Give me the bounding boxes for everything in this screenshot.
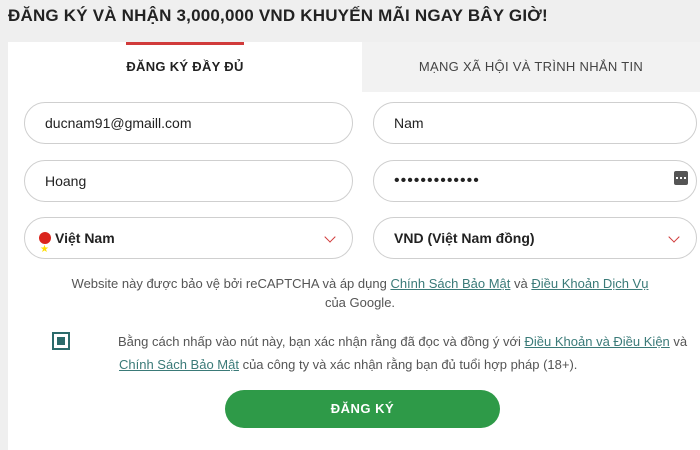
chevron-down-icon	[668, 231, 680, 243]
recaptcha-text-after: của Google.	[324, 295, 396, 310]
email-field[interactable]: ducnam91@gmaill.com	[24, 102, 353, 144]
last-name-value: Hoang	[45, 173, 87, 189]
register-button[interactable]: ĐĂNG KÝ	[225, 390, 500, 428]
consent-text: Bằng cách nhấp vào nút này, bạn xác nhận…	[118, 330, 693, 376]
checkbox-checked-mark	[57, 337, 65, 345]
tab-full-registration[interactable]: ĐĂNG KÝ ĐẦY ĐỦ	[8, 42, 362, 92]
country-value-wrap: Việt Nam	[39, 218, 115, 270]
chevron-down-icon	[324, 231, 336, 243]
tab-bar: ĐĂNG KÝ ĐẦY ĐỦ MẠNG XÃ HỘI VÀ TRÌNH NHẮN…	[8, 42, 700, 92]
vietnam-flag-icon	[39, 230, 51, 270]
currency-value: VND (Việt Nam đồng)	[394, 230, 535, 246]
recaptcha-text-before: Website này được bảo vệ bởi reCAPTCHA và…	[71, 276, 391, 291]
consent-text-before: Bằng cách nhấp vào nút này, bạn xác nhận…	[118, 334, 525, 349]
country-value: Việt Nam	[55, 230, 115, 246]
tab-social-messenger[interactable]: MẠNG XÃ HỘI VÀ TRÌNH NHẮN TIN	[362, 42, 700, 92]
first-name-field[interactable]: Nam	[373, 102, 697, 144]
promo-headline: ĐĂNG KÝ VÀ NHẬN 3,000,000 VND KHUYẾN MÃI…	[8, 6, 548, 25]
consent-privacy-link[interactable]: Chính Sách Bảo Mật	[119, 357, 239, 372]
recaptcha-text-middle: và	[510, 276, 532, 291]
password-field[interactable]: •••••••••••••	[373, 160, 697, 202]
password-value: •••••••••••••	[394, 172, 480, 189]
consent-checkbox[interactable]	[52, 332, 70, 350]
first-name-value: Nam	[394, 115, 424, 131]
consent-terms-link[interactable]: Điều Khoản và Điều Kiện	[525, 334, 670, 349]
email-value: ducnam91@gmaill.com	[45, 115, 192, 131]
consent-text-after: của công ty và xác nhận rằng bạn đủ tuổi…	[238, 357, 578, 372]
registration-card: ĐĂNG KÝ ĐẦY ĐỦ MẠNG XÃ HỘI VÀ TRÌNH NHẮN…	[8, 42, 700, 450]
recaptcha-privacy-link[interactable]: Chính Sách Bảo Mật	[390, 276, 510, 291]
country-select[interactable]: Việt Nam	[24, 217, 353, 270]
recaptcha-notice: Website này được bảo vệ bởi reCAPTCHA và…	[60, 274, 660, 312]
currency-select[interactable]: VND (Việt Nam đồng)	[373, 217, 697, 259]
recaptcha-terms-link[interactable]: Điều Khoản Dịch Vụ	[531, 276, 648, 291]
last-name-field[interactable]: Hoang	[24, 160, 353, 202]
password-manager-icon[interactable]	[674, 171, 688, 185]
consent-text-middle: và	[669, 334, 688, 349]
